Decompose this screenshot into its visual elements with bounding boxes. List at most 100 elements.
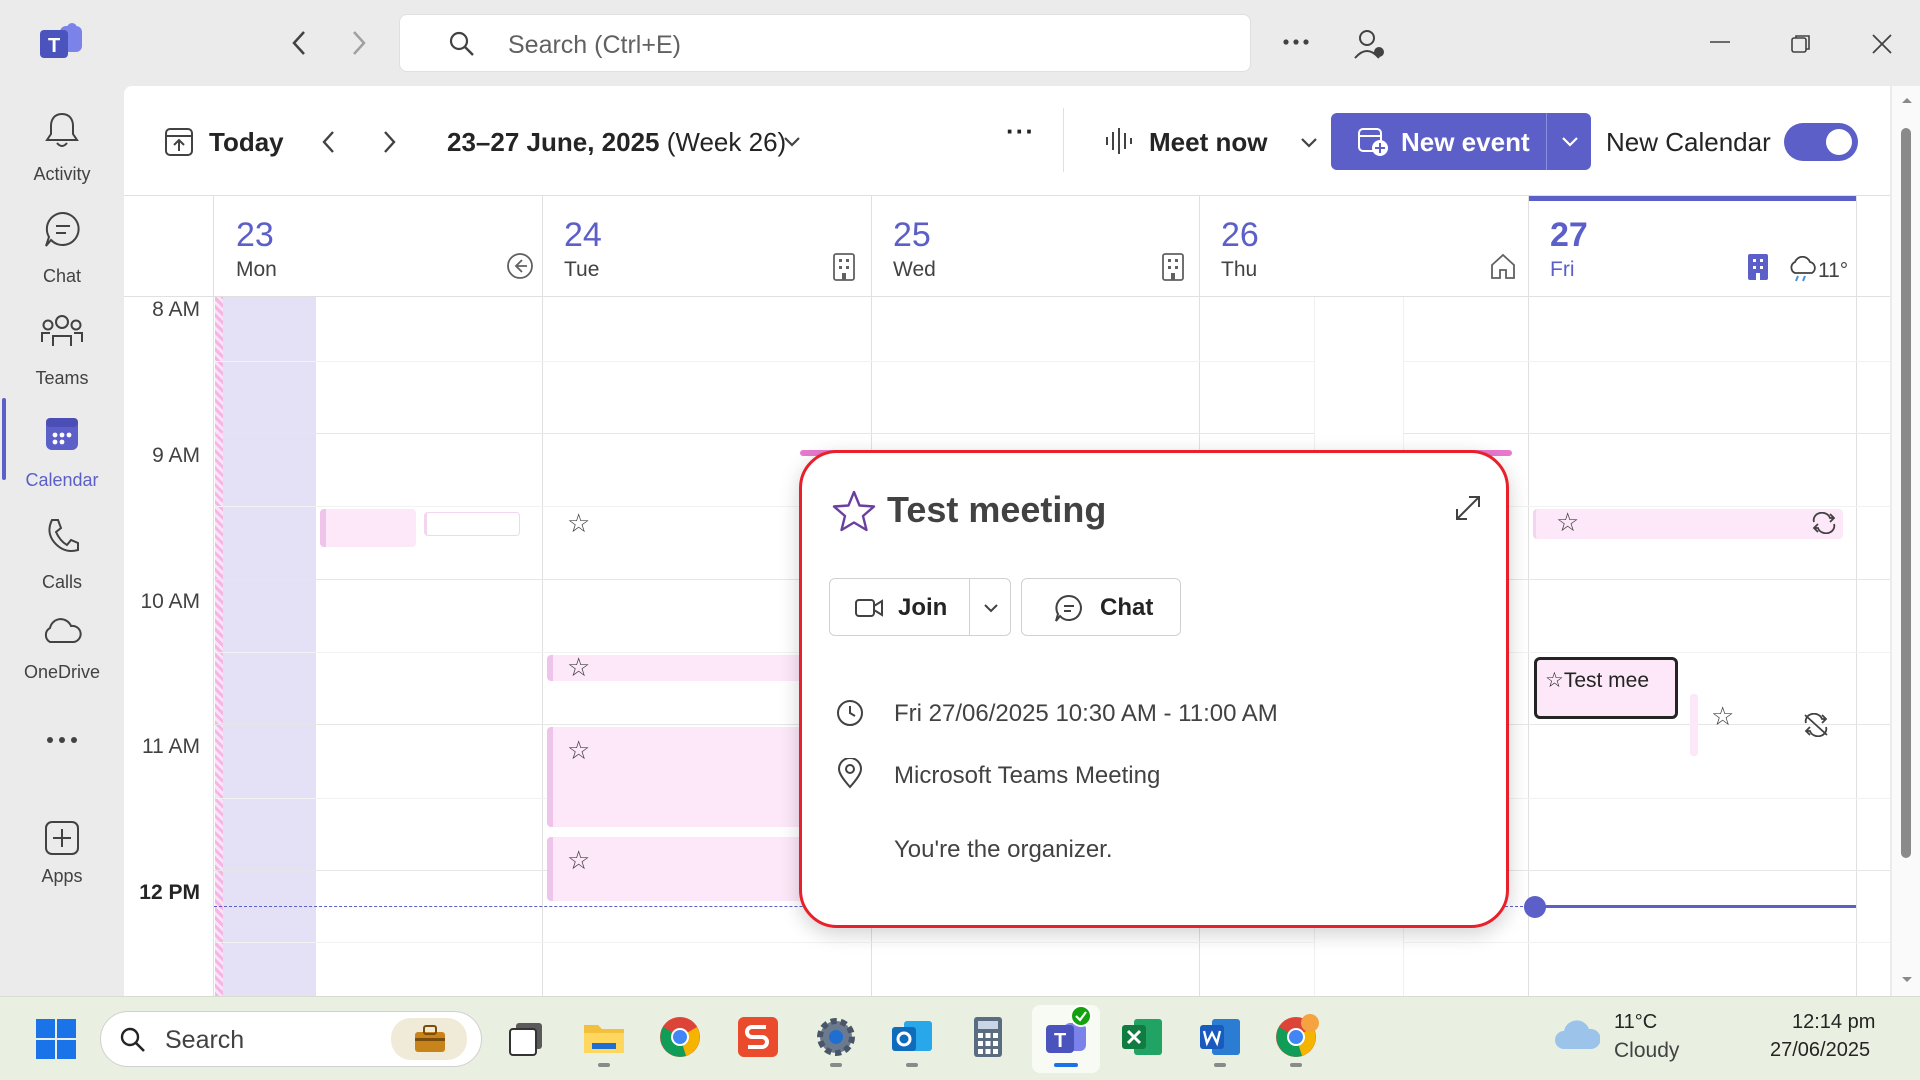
rail-item-more[interactable] bbox=[0, 726, 124, 766]
day-number: 24 bbox=[564, 216, 602, 254]
join-label: Join bbox=[898, 594, 948, 621]
excel-icon[interactable] bbox=[1118, 1013, 1166, 1061]
running-indicator bbox=[598, 1063, 610, 1067]
favorite-star-icon[interactable]: ☆ bbox=[567, 652, 590, 683]
day-header-fri[interactable]: 27 Fri 11° bbox=[1528, 196, 1856, 296]
vertical-scrollbar[interactable] bbox=[1892, 86, 1920, 996]
next-week-icon[interactable] bbox=[378, 128, 400, 156]
favorite-star-icon[interactable] bbox=[831, 489, 877, 533]
new-calendar-toggle[interactable] bbox=[1784, 123, 1858, 161]
running-indicator bbox=[830, 1063, 842, 1067]
rail-item-chat[interactable]: Chat bbox=[0, 202, 124, 298]
office-building-icon bbox=[832, 252, 856, 282]
rail-item-calendar[interactable]: Calendar bbox=[0, 398, 124, 502]
favorite-star-icon[interactable]: ☆ bbox=[1556, 507, 1579, 538]
join-chevron-icon[interactable] bbox=[983, 603, 999, 615]
file-explorer-icon[interactable] bbox=[580, 1013, 628, 1067]
taskbar-search[interactable]: Search bbox=[100, 1011, 482, 1067]
task-view-icon[interactable] bbox=[504, 1013, 552, 1061]
rail-label: Chat bbox=[42, 266, 82, 286]
new-event-button[interactable]: New event bbox=[1331, 113, 1591, 170]
chevron-down-icon[interactable] bbox=[783, 136, 801, 148]
rail-item-apps[interactable]: Apps bbox=[0, 812, 124, 908]
chrome-icon[interactable] bbox=[656, 1013, 704, 1061]
favorite-star-icon[interactable]: ☆ bbox=[567, 735, 590, 766]
split-divider bbox=[1546, 113, 1547, 170]
new-event-chevron-icon[interactable] bbox=[1561, 136, 1579, 148]
event-block[interactable] bbox=[424, 512, 520, 536]
today-icon bbox=[164, 126, 194, 158]
rail-label: Teams bbox=[35, 368, 89, 388]
today-button[interactable]: Today bbox=[209, 127, 284, 158]
active-indicator bbox=[2, 398, 6, 480]
chat-button[interactable]: Chat bbox=[1021, 578, 1181, 636]
taskbar-weather-temp: 11°C bbox=[1614, 1011, 1658, 1033]
date-range-picker[interactable]: 23–27 June, 2025 (Week 26) bbox=[447, 127, 786, 158]
rail-label: Calls bbox=[41, 572, 82, 592]
s-app-icon[interactable] bbox=[734, 1013, 782, 1061]
rail-item-calls[interactable]: Calls bbox=[0, 508, 124, 604]
recurring-off-icon bbox=[1802, 713, 1830, 737]
svg-text:T: T bbox=[1054, 1030, 1066, 1052]
event-block[interactable] bbox=[320, 509, 416, 547]
settings-icon[interactable] bbox=[812, 1013, 860, 1067]
favorite-star-icon[interactable]: ☆ bbox=[1711, 701, 1734, 732]
meet-now-chevron-icon[interactable] bbox=[1300, 137, 1318, 149]
more-options-icon[interactable] bbox=[1282, 38, 1310, 46]
day-header-mon[interactable]: 23 Mon bbox=[214, 196, 542, 296]
toolbar-more-button[interactable]: ··· bbox=[1006, 116, 1035, 147]
event-block[interactable]: ☆ bbox=[1533, 507, 1843, 539]
scroll-up-icon[interactable] bbox=[1901, 96, 1913, 104]
clock-date[interactable]: 27/06/2025 bbox=[1770, 1039, 1870, 1062]
event-block[interactable]: ☆ bbox=[547, 837, 807, 901]
new-calendar-label: New Calendar bbox=[1606, 127, 1771, 157]
video-camera-icon bbox=[854, 597, 884, 619]
meet-now-button[interactable]: Meet now bbox=[1149, 127, 1267, 158]
previous-week-icon[interactable] bbox=[318, 128, 340, 156]
day-number: 26 bbox=[1221, 216, 1259, 254]
half-hour-line bbox=[214, 942, 1890, 943]
scroll-thumb[interactable] bbox=[1901, 128, 1911, 858]
expand-icon[interactable] bbox=[1453, 493, 1483, 523]
day-header-tue[interactable]: 24 Tue bbox=[542, 196, 871, 296]
join-button[interactable]: Join bbox=[829, 578, 1011, 636]
header-separator bbox=[124, 296, 1890, 297]
forward-icon[interactable] bbox=[346, 28, 372, 58]
day-header-wed[interactable]: 25 Wed bbox=[871, 196, 1199, 296]
current-time-line bbox=[1528, 905, 1856, 908]
day-header-thu[interactable]: 26 Thu bbox=[1199, 196, 1528, 296]
day-number: 23 bbox=[236, 216, 274, 254]
meeting-popup: Test meeting Join Chat Fri 27/06/2025 10… bbox=[799, 450, 1509, 928]
split-divider bbox=[969, 579, 970, 635]
taskbar-search-label: Search bbox=[165, 1026, 245, 1054]
event-block[interactable]: ☆ bbox=[547, 727, 807, 827]
word-icon[interactable] bbox=[1196, 1013, 1244, 1067]
rail-item-onedrive[interactable]: OneDrive bbox=[0, 606, 124, 702]
restore-icon[interactable] bbox=[1790, 33, 1812, 55]
office-building-icon bbox=[1161, 252, 1185, 282]
close-icon[interactable] bbox=[1870, 32, 1894, 56]
favorite-star-icon[interactable]: ☆ bbox=[567, 508, 590, 539]
search-input[interactable]: Search (Ctrl+E) bbox=[399, 14, 1251, 72]
out-of-office-icon bbox=[506, 252, 534, 280]
clock-time[interactable]: 12:14 pm bbox=[1792, 1011, 1875, 1034]
hour-label: 10 AM bbox=[140, 590, 200, 613]
profile-icon[interactable] bbox=[1352, 28, 1386, 62]
chrome-profile-icon[interactable] bbox=[1272, 1013, 1320, 1067]
rail-item-teams[interactable]: Teams bbox=[0, 304, 124, 400]
rail-item-activity[interactable]: Activity bbox=[0, 100, 124, 196]
selected-event-block[interactable]: ☆Test mee bbox=[1534, 657, 1678, 719]
favorite-star-icon[interactable]: ☆ bbox=[567, 845, 590, 876]
date-range: 23–27 June, 2025 bbox=[447, 127, 660, 157]
minimize-icon[interactable] bbox=[1708, 40, 1732, 44]
windows-start-icon[interactable] bbox=[34, 1017, 78, 1061]
day-number: 25 bbox=[893, 216, 931, 254]
recurring-icon bbox=[1810, 512, 1838, 534]
event-block[interactable]: ☆ bbox=[547, 652, 807, 683]
outlook-icon[interactable] bbox=[888, 1013, 936, 1067]
scroll-down-icon[interactable] bbox=[1901, 976, 1913, 984]
back-icon[interactable] bbox=[286, 28, 312, 58]
event-block[interactable] bbox=[1690, 694, 1698, 756]
teams-taskbar-icon[interactable]: T bbox=[1042, 1005, 1092, 1067]
calculator-icon[interactable] bbox=[964, 1013, 1012, 1061]
